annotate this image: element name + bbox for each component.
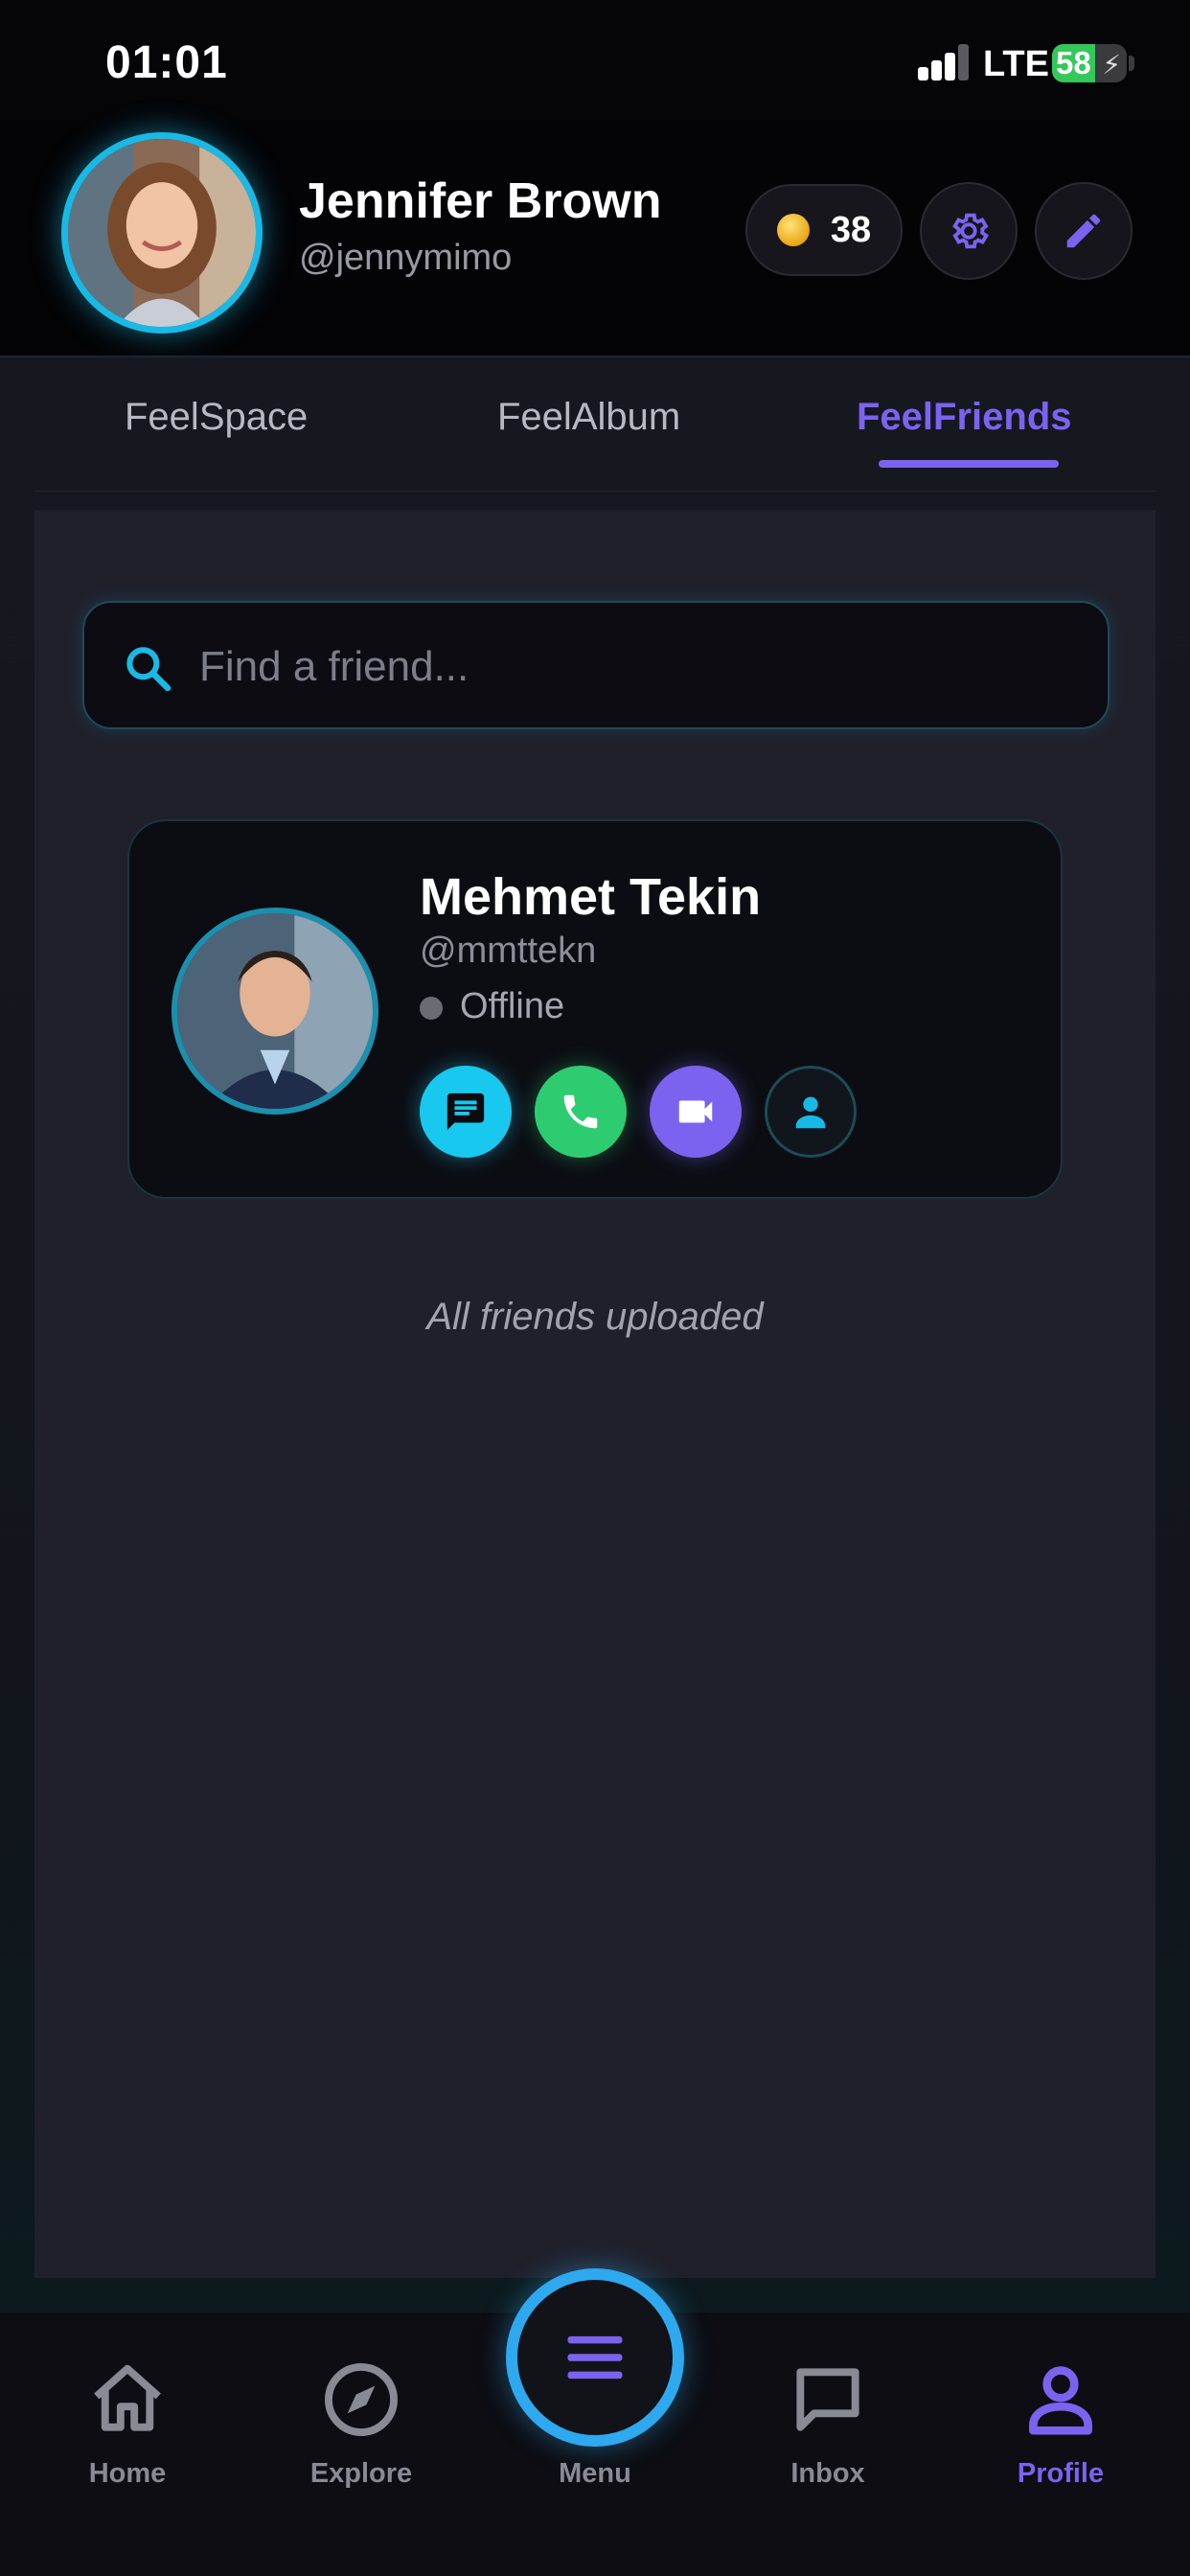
tab-feelalbum[interactable]: FeelAlbum	[497, 396, 680, 439]
compass-icon	[325, 2363, 398, 2436]
friend-search-box[interactable]	[82, 601, 1110, 729]
friend-card[interactable]: Mehmet Tekin @mmttekn Offline	[127, 819, 1063, 1199]
settings-button[interactable]	[920, 182, 1018, 280]
view-profile-button[interactable]	[765, 1066, 857, 1158]
profile-avatar-image	[68, 139, 256, 327]
nav-home-label: Home	[88, 2458, 167, 2489]
battery-percent: 58	[1056, 45, 1091, 80]
coin-count: 38	[830, 209, 872, 250]
friend-handle: @mmttekn	[420, 931, 597, 971]
nav-explore-label: Explore	[309, 2458, 413, 2489]
message-icon	[446, 1092, 485, 1131]
call-button[interactable]	[535, 1066, 627, 1158]
active-tab-indicator	[879, 460, 1059, 468]
battery-icon: 58 ⚡	[1052, 44, 1127, 82]
list-end-message: All friends uploaded	[426, 1296, 764, 1338]
video-call-button[interactable]	[650, 1066, 742, 1158]
person-icon	[1029, 2366, 1092, 2435]
message-button[interactable]	[420, 1066, 512, 1158]
gear-icon	[952, 213, 989, 249]
status-time: 01:01	[105, 37, 228, 88]
bottom-navigation: Home Explore Menu Inbox Profile	[0, 2268, 1190, 2576]
tab-feelfriends[interactable]: FeelFriends	[857, 396, 1072, 439]
profile-handle: @jennymimo	[299, 238, 513, 278]
nav-menu-label: Menu	[559, 2458, 631, 2489]
tab-feelspace[interactable]: FeelSpace	[125, 396, 308, 439]
friend-status: Offline	[460, 986, 565, 1026]
charging-bolt-icon: ⚡	[1102, 50, 1121, 80]
network-type: LTE	[983, 44, 1049, 84]
profile-tabs: FeelSpace FeelAlbum FeelFriends	[0, 357, 1190, 493]
profile-name: Jennifer Brown	[299, 173, 662, 229]
coin-icon	[776, 214, 810, 246]
cellular-signal-icon	[918, 44, 970, 80]
menu-button[interactable]	[506, 2268, 684, 2447]
search-input[interactable]	[199, 630, 1062, 704]
menu-icon	[567, 2335, 623, 2380]
profile-avatar[interactable]	[61, 132, 263, 334]
chat-bubble-icon	[796, 2368, 859, 2431]
edit-profile-button[interactable]	[1035, 182, 1133, 280]
battery-cap	[1129, 56, 1134, 71]
person-icon	[795, 1096, 826, 1129]
profile-header: Jennifer Brown @jennymimo 38	[0, 125, 1190, 357]
friend-avatar[interactable]	[172, 908, 378, 1115]
nav-profile-label: Profile	[1017, 2458, 1105, 2489]
video-camera-icon	[678, 1100, 713, 1123]
status-bar: 01:01 LTE 58 ⚡	[0, 0, 1190, 125]
friends-panel	[34, 510, 1156, 2278]
search-icon	[126, 647, 172, 692]
nav-inbox-label: Inbox	[790, 2458, 865, 2489]
home-icon	[94, 2364, 161, 2431]
friend-avatar-image	[177, 913, 373, 1109]
coin-balance-button[interactable]: 38	[745, 184, 903, 276]
offline-status-dot	[420, 997, 443, 1020]
phone-icon	[563, 1094, 598, 1129]
friend-name: Mehmet Tekin	[420, 868, 762, 926]
pencil-icon	[1066, 214, 1101, 248]
